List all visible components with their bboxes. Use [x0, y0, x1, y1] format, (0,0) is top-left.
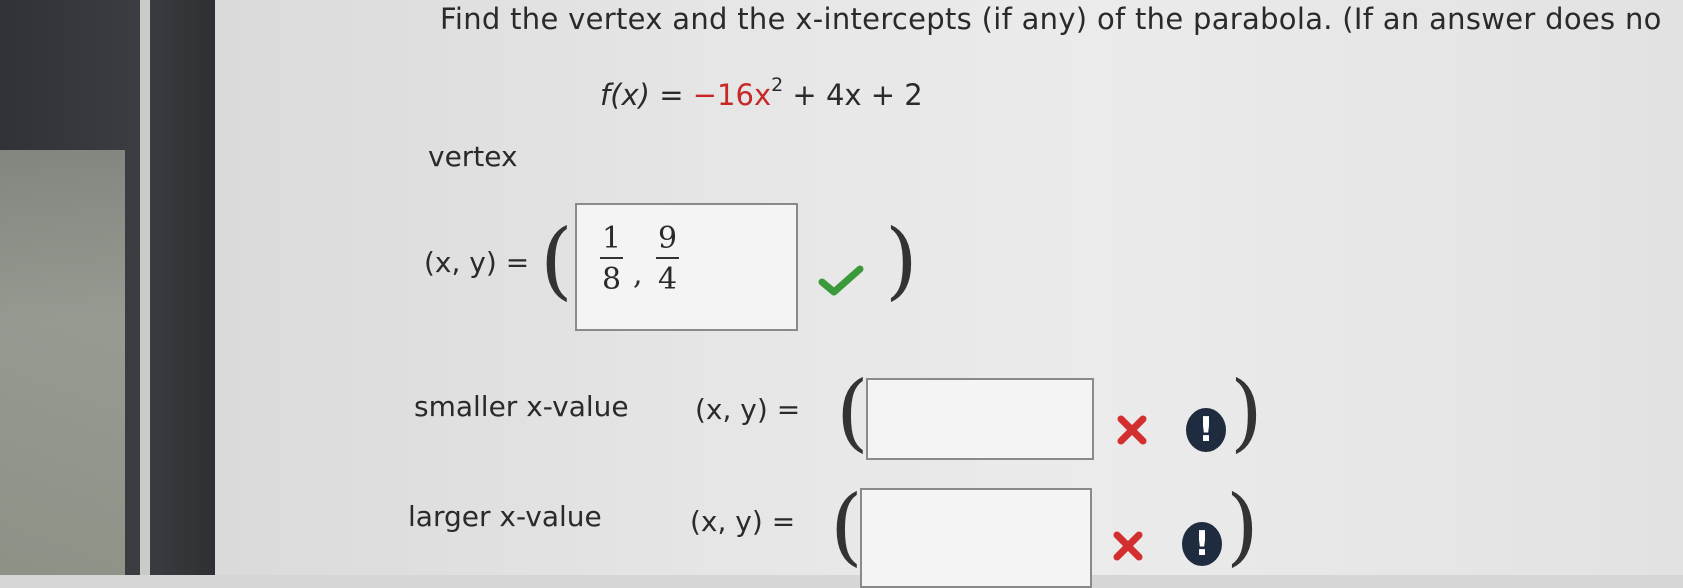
check-icon [818, 265, 864, 296]
larger-xy-label: (x, y) = [690, 505, 796, 538]
bezel-glare [0, 150, 125, 575]
function-leading-term: −16x [692, 78, 772, 112]
smaller-xy-label: (x, y) = [695, 393, 801, 426]
vertex-xy-label: (x, y) = [424, 246, 530, 279]
smaller-open-paren: ( [836, 363, 869, 461]
cross-icon [1113, 531, 1143, 561]
larger-close-paren: ) [1226, 477, 1259, 575]
cross-icon [1117, 415, 1147, 445]
function-exponent: 2 [771, 74, 784, 96]
larger-x-label: larger x-value [408, 500, 602, 533]
vertex-y-numerator: 9 [656, 222, 680, 259]
exclamation-icon[interactable]: ! [1182, 522, 1222, 566]
vertex-close-paren: ) [885, 211, 918, 309]
exclamation-icon[interactable]: ! [1186, 408, 1226, 452]
vertex-x-denominator: 8 [602, 262, 622, 297]
function-equation: f(x) = −16x2 + 4x + 2 [600, 74, 923, 112]
vertex-y-fraction: 9 4 [656, 222, 680, 297]
smaller-answer-input[interactable] [866, 378, 1094, 460]
vertex-comma: , [633, 257, 643, 292]
larger-open-paren: ( [830, 477, 863, 575]
vertex-x-fraction: 1 8 [600, 222, 624, 297]
larger-answer-input[interactable] [860, 488, 1092, 588]
smaller-close-paren: ) [1230, 363, 1263, 461]
function-lhs: f(x) = [600, 78, 693, 112]
vertex-y-denominator: 4 [658, 262, 678, 297]
function-rest: + 4x + 2 [783, 78, 923, 112]
question-text: Find the vertex and the x-intercepts (if… [440, 2, 1662, 36]
vertex-open-paren: ( [540, 211, 573, 309]
vertex-x-numerator: 1 [600, 222, 624, 259]
smaller-x-label: smaller x-value [414, 390, 629, 423]
bezel-edge [140, 0, 150, 575]
vertex-label: vertex [428, 140, 518, 173]
